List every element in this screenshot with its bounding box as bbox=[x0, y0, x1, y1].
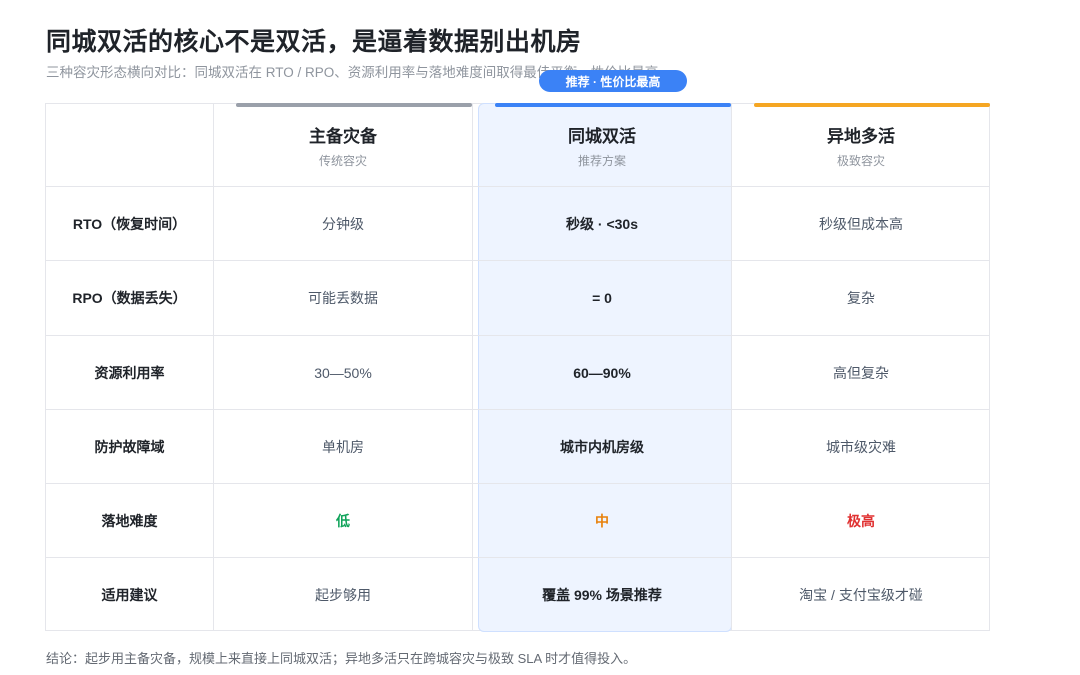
page-title: 同城双活的核心不是双活，是逼着数据别出机房 bbox=[46, 28, 582, 56]
conclusion-note: 结论：起步用主备灾备，规模上来直接上同城双活；异地多活只在跨城容灾与极致 SLA… bbox=[46, 651, 637, 666]
row-label: RPO（数据丢失） bbox=[72, 290, 187, 306]
column-title: 主备灾备 bbox=[309, 126, 377, 146]
row-label: 落地难度 bbox=[101, 512, 158, 529]
row-label: 适用建议 bbox=[101, 586, 158, 603]
table-cell: 覆盖 99% 场景推荐 bbox=[542, 586, 662, 603]
column-header: 主备灾备 传统容灾 bbox=[214, 104, 472, 186]
table-cell: 城市级灾难 bbox=[826, 438, 896, 455]
column-subtitle: 推荐方案 bbox=[577, 153, 626, 168]
table-cell: 起步够用 bbox=[315, 586, 371, 603]
table-cell: 复杂 bbox=[847, 290, 875, 306]
difficulty-high: 极高 bbox=[847, 512, 875, 529]
column-subtitle: 传统容灾 bbox=[318, 153, 367, 168]
table-cell: 秒级 · <30s bbox=[566, 215, 638, 232]
table-cell: 淘宝 / 支付宝级才碰 bbox=[799, 586, 923, 603]
difficulty-low: 低 bbox=[336, 512, 350, 529]
column-header: 异地多活 极致容灾 bbox=[732, 104, 990, 186]
column-header: 同城双活 推荐方案 bbox=[473, 104, 731, 186]
table-cell: 高但复杂 bbox=[833, 364, 889, 381]
difficulty-medium: 中 bbox=[595, 512, 609, 529]
table-cell: = 0 bbox=[592, 290, 612, 306]
row-label: 资源利用率 bbox=[94, 364, 165, 381]
table-cell: 单机房 bbox=[322, 438, 364, 455]
table-cell: 60—90% bbox=[573, 364, 631, 381]
table-cell: 分钟级 bbox=[322, 215, 364, 232]
column-title: 同城双活 bbox=[568, 126, 636, 146]
row-label: 防护故障域 bbox=[94, 438, 165, 455]
table-cell: 可能丢数据 bbox=[308, 290, 378, 306]
row-label: RTO（恢复时间） bbox=[72, 215, 187, 232]
recommended-badge: 推荐 · 性价比最高 bbox=[539, 70, 687, 92]
table-cell: 30—50% bbox=[314, 364, 372, 381]
column-title: 异地多活 bbox=[827, 126, 895, 146]
column-subtitle: 极致容灾 bbox=[836, 153, 885, 168]
table-cell: 秒级但成本高 bbox=[819, 215, 903, 232]
table-cell: 城市内机房级 bbox=[560, 438, 644, 455]
